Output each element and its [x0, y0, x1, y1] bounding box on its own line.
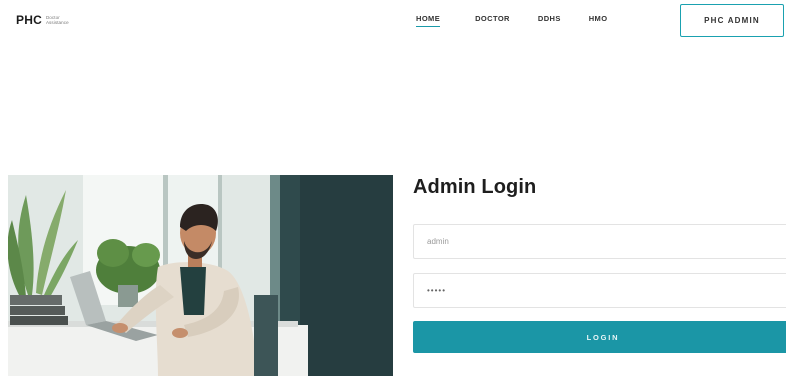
- office-photo-illustration: [8, 175, 393, 376]
- admin-login-title: Admin Login: [413, 176, 537, 198]
- brand-logo[interactable]: PHC Doctor Assistance: [16, 13, 69, 27]
- site-header: PHC Doctor Assistance HOME DOCTOR DDHS H…: [0, 0, 786, 50]
- login-button[interactable]: LOGIN: [413, 321, 786, 353]
- password-input[interactable]: [413, 273, 786, 308]
- nav-item-doctor[interactable]: DOCTOR: [475, 14, 510, 26]
- username-input[interactable]: [413, 224, 786, 259]
- main-nav: HOME DOCTOR DDHS HMO: [416, 14, 608, 27]
- nav-item-hmo[interactable]: HMO: [589, 14, 608, 26]
- nav-item-home[interactable]: HOME: [416, 14, 441, 27]
- brand-mark: PHC: [16, 13, 42, 27]
- brand-tagline-line2: Assistance: [45, 20, 69, 25]
- nav-item-ddhs[interactable]: DDHS: [538, 14, 561, 26]
- brand-tagline: Doctor Assistance: [46, 15, 69, 25]
- hero-image: [8, 175, 393, 376]
- phc-admin-button[interactable]: PHC ADMIN: [680, 4, 784, 37]
